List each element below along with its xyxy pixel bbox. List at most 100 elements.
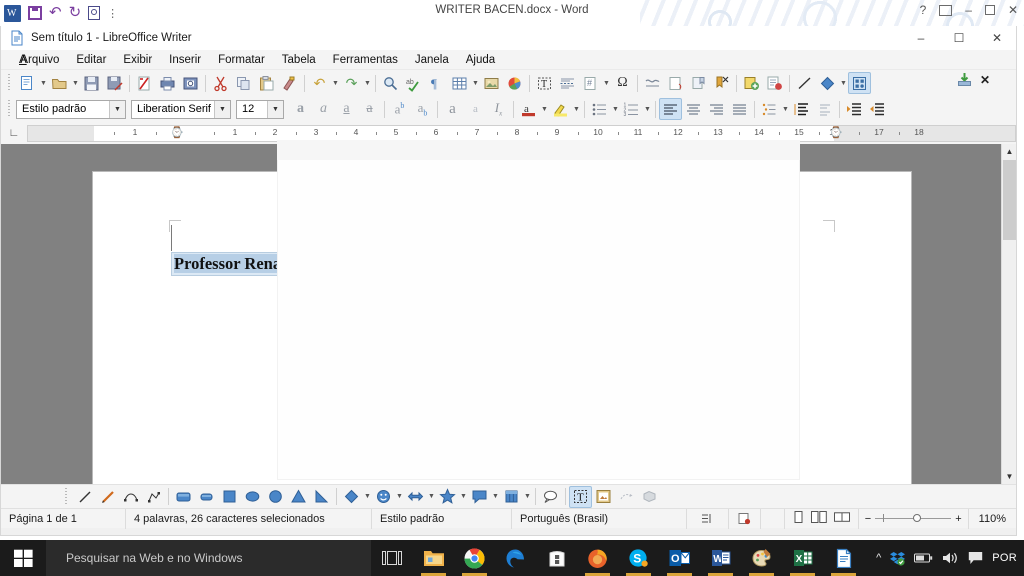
chevron-down-icon[interactable]: ▼ xyxy=(214,100,230,118)
menu-item-tabela[interactable]: Tabela xyxy=(274,52,324,68)
menu-item-ajuda[interactable]: Ajuda xyxy=(458,52,503,68)
page-break-icon[interactable] xyxy=(556,72,579,94)
zoom-level[interactable]: 110% xyxy=(969,509,1016,529)
open-dropdown[interactable]: ▼ xyxy=(71,72,80,94)
taskbar-app-skype[interactable]: S xyxy=(618,540,659,576)
libreoffice-window-controls[interactable]: – ☐ ✕ xyxy=(902,26,1016,50)
comment-icon[interactable] xyxy=(740,72,763,94)
formatting-marks-icon[interactable]: ¶ xyxy=(425,72,448,94)
redo-dropdown[interactable]: ▼ xyxy=(363,72,372,94)
stars-icon[interactable] xyxy=(436,486,459,508)
rectangle-rounded-icon[interactable] xyxy=(172,486,195,508)
toolbar-grip[interactable] xyxy=(7,100,13,118)
menu-item-ferramentas[interactable]: Ferramentas xyxy=(325,52,406,68)
line-icon[interactable] xyxy=(793,72,816,94)
highlight-color-icon[interactable] xyxy=(549,98,572,120)
restore-icon[interactable] xyxy=(984,5,995,15)
font-name-combo[interactable]: Liberation Serif ▼ xyxy=(131,99,231,119)
menu-item-inserir[interactable]: Inserir xyxy=(161,52,209,68)
close-toolbar-icon[interactable]: ✕ xyxy=(980,73,990,87)
basic-shapes-icon[interactable] xyxy=(340,486,363,508)
decrease-indent-icon[interactable] xyxy=(866,98,889,120)
subscript-icon[interactable]: ab xyxy=(411,98,434,120)
standard-toolbar[interactable]: ▼ ▼ ↶ ▼ ↷ ▼ ab ¶ ▼ T # ▼ Ω ▼ ✕ xyxy=(1,70,1016,161)
undo-icon[interactable]: ↶ xyxy=(308,72,331,94)
font-color-icon[interactable]: a xyxy=(517,98,540,120)
taskbar-app-libreoffice-writer[interactable] xyxy=(823,540,864,576)
status-word-count[interactable]: 4 palavras, 26 caracteres selecionados xyxy=(126,508,372,529)
word-window-controls[interactable]: ? – ✕ xyxy=(920,3,1018,17)
find-replace-icon[interactable] xyxy=(379,72,402,94)
unordered-list-dropdown[interactable]: ▼ xyxy=(611,98,620,120)
align-justified-icon[interactable] xyxy=(728,98,751,120)
status-language[interactable]: Português (Brasil) xyxy=(512,508,687,529)
callout-dropdown[interactable]: ▼ xyxy=(491,486,500,508)
windows-start-icon[interactable] xyxy=(0,540,46,576)
toolbar-grip[interactable] xyxy=(7,74,13,92)
zoom-knob[interactable] xyxy=(913,514,922,522)
minimize-icon[interactable]: – xyxy=(965,3,972,17)
task-view-icon[interactable] xyxy=(371,540,413,576)
align-center-icon[interactable] xyxy=(682,98,705,120)
taskbar-app-mozilla-firefox[interactable] xyxy=(577,540,618,576)
multi-page-view-icon[interactable] xyxy=(810,511,827,526)
block-arrows-icon[interactable] xyxy=(404,486,427,508)
basic-shapes-dropdown[interactable]: ▼ xyxy=(839,72,848,94)
dropbox-tray-icon[interactable] xyxy=(890,551,906,566)
taskbar-app-microsoft-word[interactable]: W xyxy=(700,540,741,576)
paste-icon[interactable] xyxy=(255,72,278,94)
menu-item-formatar[interactable]: Formatar xyxy=(210,52,273,68)
clear-formatting-icon[interactable]: Ix xyxy=(487,98,510,120)
save-as-icon[interactable] xyxy=(103,72,126,94)
ordered-list-dropdown[interactable]: ▼ xyxy=(643,98,652,120)
download-extension-icon[interactable] xyxy=(957,72,972,87)
clone-formatting-icon[interactable] xyxy=(278,72,301,94)
block-arrows-dropdown[interactable]: ▼ xyxy=(427,486,436,508)
undo-dropdown[interactable]: ▼ xyxy=(331,72,340,94)
export-pdf-icon[interactable] xyxy=(133,72,156,94)
toolbar-grip[interactable] xyxy=(64,487,70,506)
stars-dropdown[interactable]: ▼ xyxy=(459,486,468,508)
chart-icon[interactable] xyxy=(503,72,526,94)
scroll-down-icon[interactable]: ▼ xyxy=(1002,469,1016,484)
menu-item-janela[interactable]: Janela xyxy=(407,52,457,68)
close-icon[interactable]: ✕ xyxy=(1008,3,1018,17)
unsaved-changes-icon[interactable] xyxy=(729,508,761,529)
show-draw-functions-icon[interactable] xyxy=(848,72,871,94)
ordered-list-icon[interactable]: 123 xyxy=(620,98,643,120)
zoom-in-button[interactable]: + xyxy=(955,513,961,525)
taskbar-app-paint[interactable] xyxy=(741,540,782,576)
volume-icon[interactable] xyxy=(942,551,959,565)
insert-footnote-icon[interactable] xyxy=(641,72,664,94)
increase-indent-icon[interactable] xyxy=(843,98,866,120)
polygon-icon[interactable] xyxy=(142,486,165,508)
status-page[interactable]: Página 1 de 1 xyxy=(1,508,126,529)
first-line-indent-marker[interactable]: ⌚ xyxy=(170,127,184,140)
field-dropdown[interactable]: ▼ xyxy=(602,72,611,94)
special-character-icon[interactable]: Ω xyxy=(611,72,634,94)
redo-icon[interactable]: ↷ xyxy=(340,72,363,94)
flowchart-icon[interactable] xyxy=(500,486,523,508)
search-input[interactable]: Pesquisar na Web e no Windows xyxy=(46,540,371,576)
chevron-down-icon[interactable]: ▼ xyxy=(267,100,283,118)
decrease-font-icon[interactable]: a xyxy=(464,98,487,120)
zoom-track[interactable] xyxy=(875,514,952,522)
highlight-color-dropdown[interactable]: ▼ xyxy=(572,98,581,120)
action-center-icon[interactable] xyxy=(968,551,983,565)
callout-icon[interactable] xyxy=(468,486,491,508)
show-hidden-icons-chevron[interactable]: ^ xyxy=(876,552,881,564)
insert-image-icon[interactable] xyxy=(592,486,615,508)
circle-icon[interactable] xyxy=(264,486,287,508)
callouts-legacy-icon[interactable] xyxy=(539,486,562,508)
help-icon[interactable]: ? xyxy=(920,3,927,17)
paragraph-style-combo[interactable]: Estilo padrão ▼ xyxy=(16,99,126,119)
taskbar-app-icons[interactable]: S O W X xyxy=(413,540,864,576)
line-icon[interactable] xyxy=(73,486,96,508)
status-bar[interactable]: Página 1 de 1 4 palavras, 26 caracteres … xyxy=(1,508,1016,529)
align-right-icon[interactable] xyxy=(705,98,728,120)
maximize-icon[interactable]: ☐ xyxy=(940,26,978,50)
field-icon[interactable]: # xyxy=(579,72,602,94)
line-filled-icon[interactable] xyxy=(96,486,119,508)
drawing-toolbar[interactable]: ▼ ▼ ▼ ▼ ▼ ▼ T xyxy=(1,484,1016,508)
taskbar-app-microsoft-excel[interactable]: X xyxy=(782,540,823,576)
